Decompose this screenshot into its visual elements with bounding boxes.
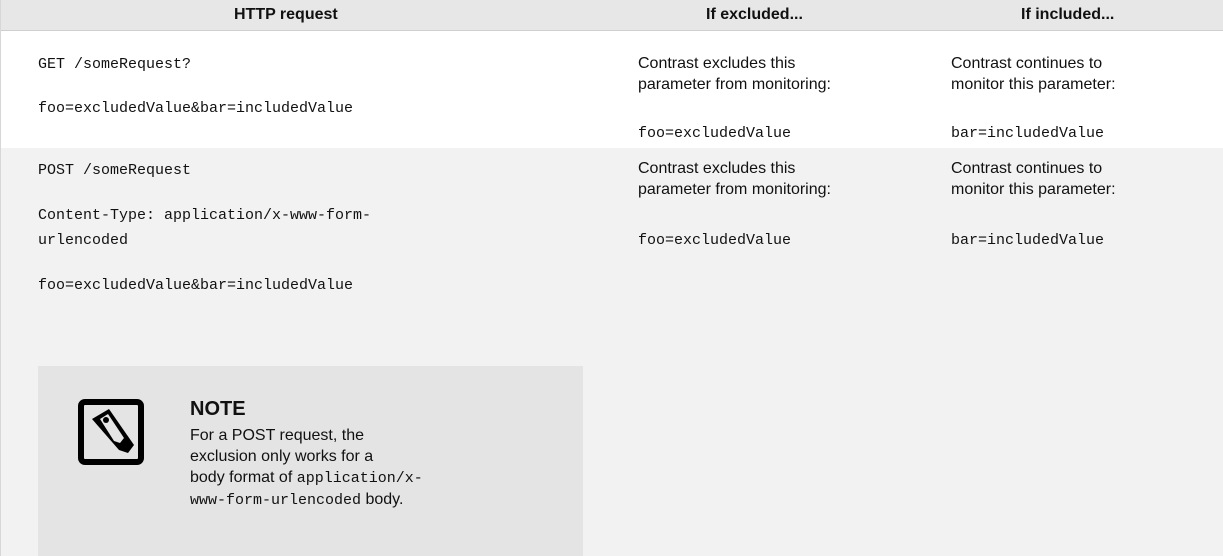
note-callout: NOTE For a POST request, the exclusion o…: [38, 366, 583, 556]
note-line: exclusion only works for a: [190, 448, 374, 465]
table-row: GET /someRequest? foo=excludedValue&bar=…: [1, 31, 1223, 148]
excluded-parameter: foo=excludedValue: [638, 125, 792, 142]
included-parameter: bar=includedValue: [951, 232, 1105, 249]
request-line: urlencoded: [38, 232, 129, 249]
included-description: Contrast continues to: [951, 160, 1103, 177]
excluded-parameter: foo=excludedValue: [638, 232, 792, 249]
excluded-description: Contrast excludes this: [638, 160, 796, 177]
included-description: Contrast continues to: [951, 55, 1103, 72]
excluded-description: parameter from monitoring:: [638, 76, 831, 93]
request-line: Content-Type: application/x-www-form-: [38, 207, 372, 224]
header-http-request: HTTP request: [234, 6, 338, 23]
note-line-text: body.: [361, 491, 404, 508]
note-line: www-form-urlencoded body.: [190, 489, 450, 511]
header-if-excluded: If excluded...: [706, 6, 803, 23]
note-line-text: body format of: [190, 469, 297, 486]
header-if-included: If included...: [1021, 6, 1115, 23]
request-parameter-table: HTTP request If excluded... If included.…: [0, 0, 1223, 556]
request-line: foo=excludedValue&bar=includedValue: [38, 277, 354, 294]
included-description: monitor this parameter:: [951, 181, 1116, 198]
included-parameter: bar=includedValue: [951, 125, 1105, 142]
included-description: monitor this parameter:: [951, 76, 1116, 93]
note-line: For a POST request, the: [190, 427, 365, 444]
request-line: POST /someRequest: [38, 162, 192, 179]
note-body: For a POST request, the exclusion only w…: [190, 425, 450, 511]
excluded-description: parameter from monitoring:: [638, 181, 831, 198]
note-title: NOTE: [190, 398, 246, 420]
request-line: foo=excludedValue&bar=includedValue: [38, 100, 354, 117]
table-header: HTTP request If excluded... If included.…: [1, 0, 1223, 31]
note-line: body format of application/x-: [190, 467, 450, 489]
note-code: application/x-: [296, 470, 423, 487]
request-line: GET /someRequest?: [38, 56, 192, 73]
note-code: www-form-urlencoded: [190, 492, 362, 509]
note-icon: [78, 399, 144, 465]
table-row: POST /someRequest Content-Type: applicat…: [1, 148, 1223, 556]
excluded-description: Contrast excludes this: [638, 55, 796, 72]
